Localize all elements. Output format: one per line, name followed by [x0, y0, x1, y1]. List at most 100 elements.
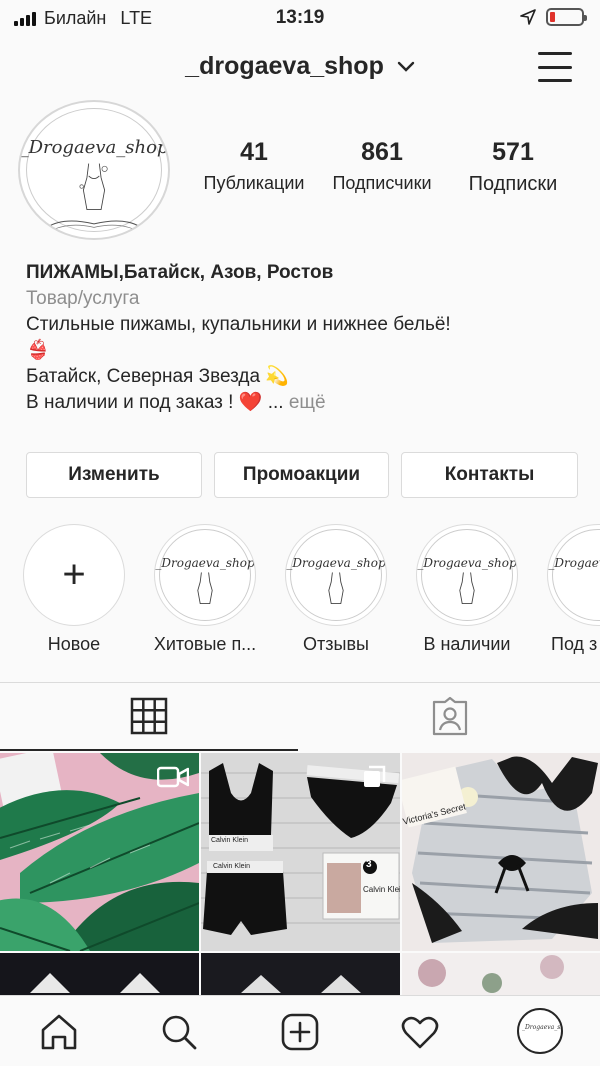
highlight-ring: _Drogaeva_shop	[285, 524, 387, 626]
posts-grid: 3 Calvin Klein Calvin Klein Calvin Klein…	[0, 753, 600, 995]
nav-profile[interactable]: _Drogaeva_shop	[516, 1007, 564, 1055]
highlight-label: В наличии	[423, 634, 511, 654]
search-icon	[162, 1015, 197, 1050]
highlight-logo: _Drogaeva_shop	[155, 529, 255, 621]
highlight-hits[interactable]: _Drogaeva_shop Хитовые п...	[150, 524, 260, 655]
box-number: 3	[366, 859, 372, 870]
highlight-logo-text: _Drogaeva_shop	[286, 556, 386, 570]
bio-more-link[interactable]: ещё	[289, 392, 326, 413]
highlight-ring: +	[23, 524, 125, 626]
waistband-print: Calvin Klein	[211, 837, 248, 844]
menu-icon[interactable]	[538, 52, 572, 82]
highlight-logo-text: _Drogaeva_shop	[548, 556, 600, 570]
tabs-divider	[0, 682, 600, 683]
profile-stats: 41 Публикации 861 Подписчики 571 Подписк…	[190, 138, 580, 196]
highlight-ring: _Drogaeva_shop	[547, 524, 600, 626]
post-tile[interactable]	[0, 753, 199, 951]
username: _drogaeva_shop	[185, 52, 384, 80]
post-tile[interactable]: Victoria's Secret	[402, 753, 600, 951]
heart-emoji: ❤️	[238, 392, 263, 413]
activity-heart-icon	[401, 1016, 439, 1049]
dizzy-emoji: 💫	[265, 366, 289, 387]
stat-posts[interactable]: 41 Публикации	[190, 138, 318, 196]
lingerie-sketch-icon	[79, 163, 108, 210]
post-tile[interactable]	[201, 953, 400, 995]
highlight-logo: _Drogaeva_shop	[286, 529, 386, 621]
bottom-nav: _Drogaeva_shop	[0, 995, 600, 1066]
username-switcher[interactable]: _drogaeva_shop	[0, 52, 600, 81]
avatar-logo-text: _Drogaeva_shop	[19, 137, 169, 158]
status-bar: Билайн LTE 13:19	[0, 0, 600, 36]
status-time: 13:19	[275, 7, 325, 28]
highlight-reviews[interactable]: _Drogaeva_shop Отзывы	[281, 524, 391, 655]
multiple-photos-icon	[364, 765, 386, 787]
profile-avatar: _Drogaeva_shop	[517, 1008, 563, 1054]
tab-grid[interactable]	[127, 694, 171, 738]
profile-category: Товар/услуга	[26, 288, 140, 309]
highlight-label: Хитовые п...	[153, 634, 257, 654]
post-tile[interactable]	[402, 953, 600, 995]
stat-following[interactable]: 571 Подписки	[446, 138, 580, 196]
status-right	[520, 8, 587, 26]
stat-value: 571	[492, 138, 534, 166]
waistband-print: Calvin Klein	[213, 863, 250, 870]
nav-home[interactable]	[37, 1010, 81, 1054]
tab-tagged[interactable]	[428, 694, 472, 738]
highlight-logo-text: _Drogaeva_shop	[417, 556, 517, 570]
highlight-to-order[interactable]: _Drogaeva_shop Под з	[543, 524, 600, 655]
edit-profile-button[interactable]: Изменить	[26, 452, 202, 498]
stat-label: Публикации	[203, 173, 305, 193]
bio-line-3: Батайск, Северная Звезда 💫	[26, 364, 586, 390]
post-thumbnail	[418, 955, 564, 993]
avatar-logo: _Drogaeva_shop	[20, 108, 168, 232]
stat-label: Подписки	[468, 173, 558, 195]
ornament-icon	[46, 220, 142, 230]
highlight-logo-text: _Drogaeva_shop	[155, 556, 255, 570]
location-arrow-icon	[520, 9, 536, 25]
lingerie-sketch-icon	[459, 572, 475, 605]
grid-icon	[130, 697, 168, 735]
post-thumbnail	[30, 973, 160, 993]
promotions-button[interactable]: Промоакции	[214, 452, 389, 498]
stat-followers[interactable]: 861 Подписчики	[318, 138, 446, 196]
nav-search[interactable]	[157, 1010, 201, 1054]
profile-avatar-logo: _Drogaeva_shop	[522, 1024, 561, 1031]
striped-pajama-photo	[402, 753, 600, 951]
highlight-label: Новое	[47, 634, 101, 654]
profile-header: _drogaeva_shop	[0, 40, 600, 96]
nav-activity[interactable]	[398, 1010, 442, 1054]
bikini-emoji: 👙	[26, 340, 50, 361]
home-icon	[41, 1014, 77, 1050]
lingerie-sketch-icon	[328, 572, 344, 605]
highlight-in-stock[interactable]: _Drogaeva_shop В наличии	[412, 524, 522, 655]
bio-ellipsis: ...	[267, 392, 284, 413]
highlight-ring: _Drogaeva_shop	[154, 524, 256, 626]
lingerie-sketch-icon	[197, 572, 213, 605]
highlight-logo: _Drogaeva_shop	[417, 529, 517, 621]
chevron-down-icon	[397, 62, 415, 73]
stat-label: Подписчики	[332, 173, 432, 193]
active-tab-indicator	[0, 749, 298, 751]
bio-line-4-text: В наличии и под заказ !	[26, 392, 234, 413]
post-thumbnail	[241, 975, 361, 993]
video-icon	[157, 766, 189, 788]
plus-icon: +	[62, 552, 86, 597]
brand-label: Calvin Klein	[363, 885, 400, 894]
post-tile[interactable]	[0, 953, 199, 995]
nav-new-post[interactable]	[278, 1010, 322, 1054]
highlight-logo: _Drogaeva_shop	[548, 529, 600, 621]
highlight-new[interactable]: + Новое	[19, 524, 129, 655]
bio-line-1: Стильные пижамы, купальники и нижнее бел…	[26, 314, 451, 335]
highlight-label: Под з	[551, 634, 598, 654]
stat-value: 861	[361, 138, 403, 166]
stat-value: 41	[240, 138, 268, 166]
contacts-button[interactable]: Контакты	[401, 452, 578, 498]
avatar[interactable]: _Drogaeva_shop	[18, 100, 170, 240]
bio-line-4: В наличии и под заказ ! ❤️ ... ещё	[26, 390, 586, 416]
bio-line-3-text: Батайск, Северная Звезда	[26, 366, 261, 387]
highlight-ring: _Drogaeva_shop	[416, 524, 518, 626]
profile-actions: Изменить Промоакции Контакты	[26, 452, 578, 498]
post-tile[interactable]: 3 Calvin Klein Calvin Klein Calvin Klein	[201, 753, 400, 951]
new-post-icon	[281, 1013, 319, 1051]
profile-bio: ПИЖАМЫ,Батайск, Азов, Ростов Товар/услуг…	[26, 260, 586, 416]
